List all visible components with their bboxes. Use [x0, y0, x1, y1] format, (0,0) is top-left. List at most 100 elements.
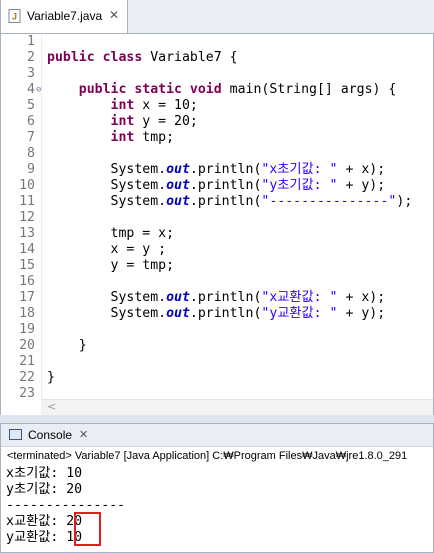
line-number: 21	[19, 354, 35, 369]
code-line: 12	[1, 210, 433, 226]
line-number: 8	[27, 146, 35, 161]
code-line: 21	[1, 354, 433, 370]
line-number: 16	[19, 274, 35, 289]
static-field-token: out	[166, 178, 190, 193]
close-icon[interactable]: ✕	[79, 428, 88, 441]
line-number: 9	[27, 162, 35, 177]
code-token: + y);	[337, 178, 386, 193]
console-status-line: <terminated> Variable7 [Java Application…	[7, 450, 408, 462]
line-number: 10	[19, 178, 35, 193]
console-output-line: y교환값: 10	[6, 530, 83, 545]
keyword-token: int	[110, 114, 135, 129]
code-line: 7 int tmp;	[1, 130, 433, 146]
code-line: 3	[1, 66, 433, 82]
code-line: 22}	[1, 370, 433, 386]
code-text: System.out.println("x초기값: " + x);	[47, 162, 386, 178]
code-token: }	[47, 370, 55, 385]
code-token: y = tmp;	[47, 258, 175, 273]
console-tab-bar: Console ✕	[1, 424, 433, 447]
code-token: x = y ;	[47, 242, 167, 257]
console-output-line: x교환값: 20	[6, 514, 83, 529]
code-token: System.	[47, 306, 167, 321]
string-token: "y초기값: "	[261, 178, 338, 193]
line-number: 18	[19, 306, 35, 321]
code-token: .println(	[189, 162, 262, 177]
console-output-line: x초기값: 10	[6, 466, 83, 481]
code-token: System.	[47, 178, 167, 193]
code-token: .println(	[189, 290, 262, 305]
line-number: 20	[19, 338, 35, 353]
line-number: 3	[27, 66, 35, 81]
code-text: x = y ;	[47, 242, 167, 258]
code-token: .println(	[189, 306, 262, 321]
console-icon	[9, 429, 22, 440]
static-field-token: out	[166, 306, 190, 321]
keyword-token: int	[110, 98, 135, 113]
code-line: 8	[1, 146, 433, 162]
code-token: + y);	[337, 306, 386, 321]
code-line: 6 int y = 20;	[1, 114, 433, 130]
svg-text:J: J	[12, 12, 17, 22]
code-token: }	[47, 338, 87, 353]
line-number: 17	[19, 290, 35, 305]
line-number: 19	[19, 322, 35, 337]
horizontal-scrollbar[interactable]: <	[41, 399, 433, 415]
code-token: + x);	[337, 290, 386, 305]
line-number: 13	[19, 226, 35, 241]
string-token: "---------------"	[261, 194, 397, 209]
code-token: .println(	[189, 178, 262, 193]
code-token: System.	[47, 194, 167, 209]
string-token: "x교환값: "	[261, 290, 338, 305]
code-text: System.out.println("x교환값: " + x);	[47, 290, 386, 306]
keyword-token: public class	[47, 50, 143, 65]
line-number: 7	[27, 130, 35, 145]
code-line: 20 }	[1, 338, 433, 354]
code-line: 1	[1, 34, 433, 50]
static-field-token: out	[166, 162, 190, 177]
code-text: public static void main(String[] args) {	[47, 82, 397, 98]
fold-toggle-icon[interactable]: ⊖	[36, 82, 41, 98]
code-text: y = tmp;	[47, 258, 175, 274]
code-line: 15 y = tmp;	[1, 258, 433, 274]
close-icon[interactable]: ✕	[109, 8, 119, 22]
code-token: .println(	[189, 194, 262, 209]
code-text: tmp = x;	[47, 226, 175, 242]
tab-variable7-java[interactable]: J Variable7.java ✕	[1, 0, 128, 33]
code-token: );	[396, 194, 413, 209]
code-line: 14 x = y ;	[1, 242, 433, 258]
code-line: 13 tmp = x;	[1, 226, 433, 242]
code-token: x = 10;	[134, 98, 198, 113]
code-text: }	[47, 370, 55, 386]
code-line: 10 System.out.println("y초기값: " + y);	[1, 178, 433, 194]
pane-divider[interactable]	[0, 415, 434, 423]
line-number: 14	[19, 242, 35, 257]
code-line: 2 public class Variable7 {	[1, 50, 433, 66]
code-line: 16	[1, 274, 433, 290]
static-field-token: out	[166, 290, 190, 305]
code-line: 5 int x = 10;	[1, 98, 433, 114]
line-number: 12	[19, 210, 35, 225]
scroll-left-icon[interactable]: <	[47, 400, 56, 413]
string-token: "y교환값: "	[261, 306, 338, 321]
highlight-box	[74, 512, 101, 546]
string-token: "x초기값: "	[261, 162, 338, 177]
code-line: 18 System.out.println("y교환값: " + y);	[1, 306, 433, 322]
code-token: Variable7 {	[142, 50, 238, 65]
code-line: 19	[1, 322, 433, 338]
line-number: 23	[19, 386, 35, 401]
keyword-token: int	[110, 130, 135, 145]
code-text: System.out.println("---------------");	[47, 194, 413, 210]
code-text: int y = 20;	[47, 114, 198, 130]
code-line: 17 System.out.println("x교환값: " + x);	[1, 290, 433, 306]
static-field-token: out	[166, 194, 190, 209]
code-token: y = 20;	[134, 114, 198, 129]
code-editor[interactable]: 1 2 public class Variable7 {3 4 ⊖ public sta…	[1, 34, 433, 401]
code-token: + x);	[337, 162, 386, 177]
line-number: 22	[19, 370, 35, 385]
code-text: System.out.println("y교환값: " + y);	[47, 306, 386, 322]
tab-console[interactable]: Console	[28, 428, 72, 442]
code-token: System.	[47, 162, 167, 177]
